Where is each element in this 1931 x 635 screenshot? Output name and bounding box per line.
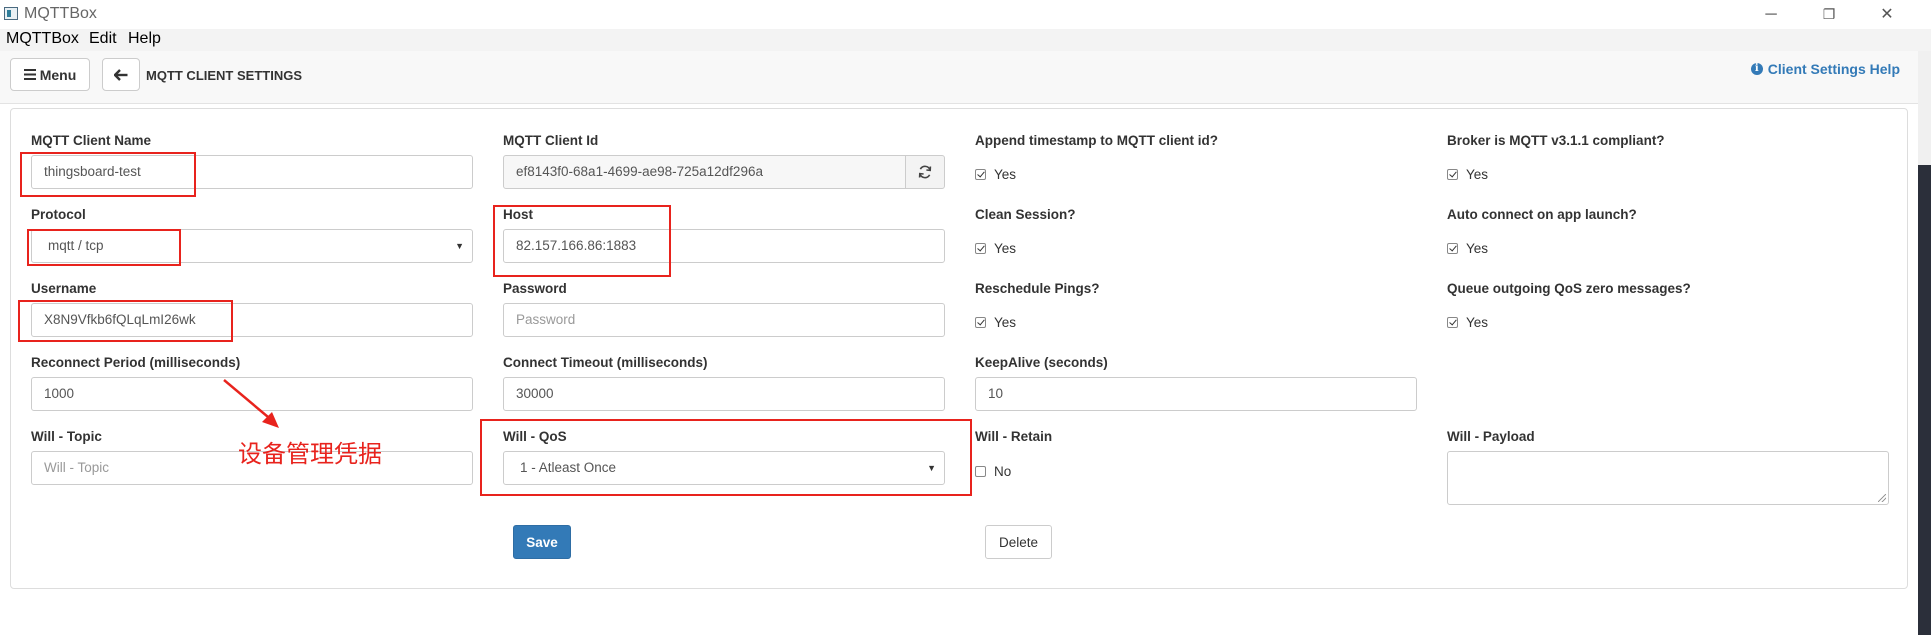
- client-name-label: MQTT Client Name: [31, 133, 152, 148]
- annotation-box-protocol: [27, 229, 181, 266]
- append-timestamp-option[interactable]: Yes: [975, 167, 1016, 182]
- password-input[interactable]: Password: [503, 303, 945, 337]
- page-title: MQTT CLIENT SETTINGS: [146, 68, 302, 83]
- auto-connect-option-label: Yes: [1466, 241, 1489, 256]
- broker-compliant-label: Broker is MQTT v3.1.1 compliant?: [1447, 133, 1665, 148]
- menu-edit[interactable]: Edit: [89, 30, 117, 48]
- menu-help[interactable]: Help: [128, 30, 161, 48]
- broker-compliant-option-label: Yes: [1466, 167, 1489, 182]
- maximize-button[interactable]: ❐: [1800, 0, 1858, 29]
- app-icon: [4, 7, 18, 20]
- client-id-label: MQTT Client Id: [503, 133, 599, 148]
- will-payload-label: Will - Payload: [1447, 429, 1535, 444]
- client-settings-help-link[interactable]: i Client Settings Help: [1750, 61, 1900, 77]
- scrollbar-thumb[interactable]: [1918, 165, 1931, 635]
- reschedule-pings-option[interactable]: Yes: [975, 315, 1016, 330]
- will-retain-checkbox[interactable]: [975, 466, 986, 477]
- queue-qos-zero-label: Queue outgoing QoS zero messages?: [1447, 281, 1691, 296]
- queue-qos-zero-checkbox[interactable]: [1447, 317, 1458, 328]
- close-button[interactable]: ✕: [1858, 0, 1916, 29]
- queue-qos-zero-option[interactable]: Yes: [1447, 315, 1488, 330]
- keepalive-input[interactable]: 10: [975, 377, 1417, 411]
- toolbar: Menu MQTT CLIENT SETTINGS i Client Setti…: [0, 51, 1918, 104]
- hamburger-icon: [23, 69, 36, 80]
- annotation-box-client-name: [20, 152, 196, 197]
- back-button[interactable]: [102, 58, 140, 91]
- dropdown-arrow-icon: ▼: [455, 241, 464, 251]
- clean-session-option[interactable]: Yes: [975, 241, 1016, 256]
- annotation-box-will-qos: [480, 419, 972, 496]
- queue-qos-zero-option-label: Yes: [1466, 315, 1489, 330]
- resize-grip-icon[interactable]: [1878, 494, 1886, 502]
- password-label: Password: [503, 281, 567, 296]
- append-timestamp-option-label: Yes: [994, 167, 1017, 182]
- clean-session-checkbox[interactable]: [975, 243, 986, 254]
- reschedule-pings-option-label: Yes: [994, 315, 1017, 330]
- menu-button-label: Menu: [39, 66, 77, 83]
- broker-compliant-checkbox[interactable]: [1447, 169, 1458, 180]
- reschedule-pings-label: Reschedule Pings?: [975, 281, 1100, 296]
- broker-compliant-option[interactable]: Yes: [1447, 167, 1488, 182]
- regenerate-id-button[interactable]: [905, 155, 945, 189]
- delete-button[interactable]: Delete: [985, 525, 1052, 559]
- clean-session-label: Clean Session?: [975, 207, 1076, 222]
- protocol-label: Protocol: [31, 207, 86, 222]
- menu-button[interactable]: Menu: [10, 58, 90, 91]
- window-title: MQTTBox: [24, 5, 97, 22]
- reconnect-period-label: Reconnect Period (milliseconds): [31, 355, 241, 370]
- info-icon: i: [1750, 63, 1763, 75]
- annotation-arrow-icon: [223, 379, 279, 428]
- will-retain-label: Will - Retain: [975, 429, 1053, 444]
- auto-connect-checkbox[interactable]: [1447, 243, 1458, 254]
- will-retain-option-label: No: [994, 464, 1012, 479]
- help-link-label: Client Settings Help: [1767, 61, 1900, 77]
- append-timestamp-label: Append timestamp to MQTT client id?: [975, 133, 1218, 148]
- minimize-button[interactable]: ─: [1742, 0, 1800, 29]
- auto-connect-option[interactable]: Yes: [1447, 241, 1488, 256]
- menu-mqttbox[interactable]: MQTTBox: [6, 30, 79, 48]
- annotation-box-username: [18, 300, 233, 342]
- menubar: MQTTBox Edit Help: [0, 29, 1931, 51]
- connect-timeout-label: Connect Timeout (milliseconds): [503, 355, 708, 370]
- keepalive-label: KeepAlive (seconds): [975, 355, 1108, 370]
- arrow-left-icon: [114, 68, 128, 81]
- reschedule-pings-checkbox[interactable]: [975, 317, 986, 328]
- annotation-box-host: [493, 205, 671, 277]
- will-payload-textarea[interactable]: [1447, 451, 1889, 505]
- clean-session-option-label: Yes: [994, 241, 1017, 256]
- append-timestamp-checkbox[interactable]: [975, 169, 986, 180]
- refresh-icon: [918, 165, 932, 179]
- username-label: Username: [31, 281, 97, 296]
- auto-connect-label: Auto connect on app launch?: [1447, 207, 1637, 222]
- annotation-text: 设备管理凭据: [238, 440, 382, 468]
- will-retain-option[interactable]: No: [975, 464, 1011, 479]
- client-id-input[interactable]: ef8143f0-68a1-4699-ae98-725a12df296a: [503, 155, 906, 189]
- save-button[interactable]: Save: [513, 525, 571, 559]
- window-titlebar: MQTTBox ─ ❐ ✕: [0, 0, 1931, 29]
- will-topic-label: Will - Topic: [31, 429, 102, 444]
- connect-timeout-input[interactable]: 30000: [503, 377, 945, 411]
